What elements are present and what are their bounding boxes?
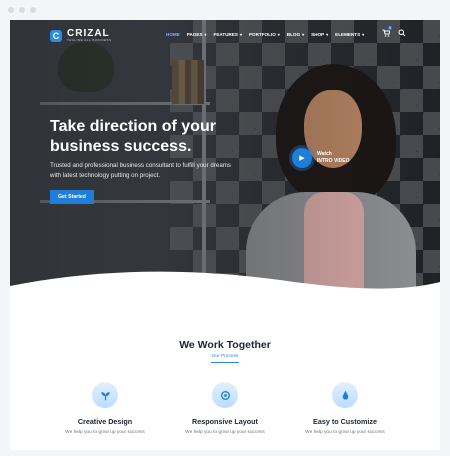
video-label-intro: INTRO VIDEO (317, 158, 350, 164)
intro-video-link[interactable]: ▶ Watch INTRO VIDEO (292, 148, 350, 168)
chevron-down-icon: ▾ (277, 32, 280, 37)
section-subtitle: Our Process (211, 354, 239, 359)
feature-card-responsive-layout: Responsive Layout We help you to grow up… (170, 382, 280, 435)
brand-tagline: TAGLINE ALL BUSINESS (67, 38, 112, 42)
nav-item-home[interactable]: HOME (166, 32, 180, 37)
search-icon[interactable] (398, 29, 406, 39)
chevron-down-icon: ▾ (326, 32, 329, 37)
nav-item-elements[interactable]: ELEMENTS ▾ (335, 32, 364, 37)
chevron-down-icon: ▾ (204, 32, 207, 37)
feature-description: We help you to grow up your success (65, 430, 145, 435)
cart-icon[interactable]: 0 (382, 26, 392, 39)
nav-item-portfolio[interactable]: PORTFOLIO ▾ (249, 32, 280, 37)
feature-title: Responsive Layout (192, 417, 258, 426)
hero-overlay (10, 20, 440, 297)
leaf-icon (92, 382, 118, 408)
feature-card-creative-design: Creative Design We help you to grow up y… (50, 382, 160, 435)
feature-title: Easy to Customize (313, 417, 377, 426)
section-divider (211, 362, 239, 363)
nav-item-shop[interactable]: SHOP ▾ (311, 32, 328, 37)
hero-section: C CRIZAL TAGLINE ALL BUSINESS HOME PAGES… (10, 20, 440, 297)
window-dot (19, 7, 25, 13)
chevron-down-icon: ▾ (239, 32, 242, 37)
brand-name: CRIZAL (67, 28, 110, 39)
feature-description: We help you to grow up your success (185, 430, 265, 435)
get-started-button[interactable]: Get Started (50, 190, 94, 204)
nav-item-features[interactable]: FEATURES ▾ (214, 32, 242, 37)
window-dot (8, 7, 14, 13)
browser-frame: C CRIZAL TAGLINE ALL BUSINESS HOME PAGES… (0, 0, 450, 456)
layout-icon (212, 382, 238, 408)
hero-subtext: Trusted and professional business consul… (50, 162, 232, 179)
site-logo[interactable]: C CRIZAL TAGLINE ALL BUSINESS (50, 29, 112, 42)
cart-count-badge: 0 (388, 26, 392, 30)
video-label-watch: Watch (317, 151, 332, 157)
nav-actions: 0 (382, 26, 406, 39)
feature-description: We help you to grow up your success (305, 430, 385, 435)
c-logo-icon: C (50, 29, 62, 42)
hero-headline: Take direction of your business success. (50, 118, 216, 155)
top-navigation: C CRIZAL TAGLINE ALL BUSINESS HOME PAGES… (10, 20, 440, 50)
section-title: We Work Together (179, 339, 271, 351)
video-label: Watch INTRO VIDEO (317, 151, 350, 165)
main-menu: HOME PAGES ▾ FEATURES ▾ PORTFOLIO ▾ BLOG ▾ S… (166, 32, 371, 37)
feature-title: Creative Design (77, 417, 133, 426)
window-controls (8, 7, 36, 13)
nav-item-blog[interactable]: BLOG ▾ (287, 32, 304, 37)
page-viewport: C CRIZAL TAGLINE ALL BUSINESS HOME PAGES… (10, 20, 440, 450)
drop-icon (332, 382, 358, 408)
nav-item-pages[interactable]: PAGES ▾ (187, 32, 207, 37)
hero-wave-divider (10, 271, 440, 297)
chevron-down-icon: ▾ (362, 32, 365, 37)
play-icon[interactable]: ▶ (292, 148, 312, 168)
feature-card-easy-to-customize: Easy to Customize We help you to grow up… (290, 382, 400, 435)
chevron-down-icon: ▾ (302, 32, 305, 37)
window-dot (30, 7, 36, 13)
